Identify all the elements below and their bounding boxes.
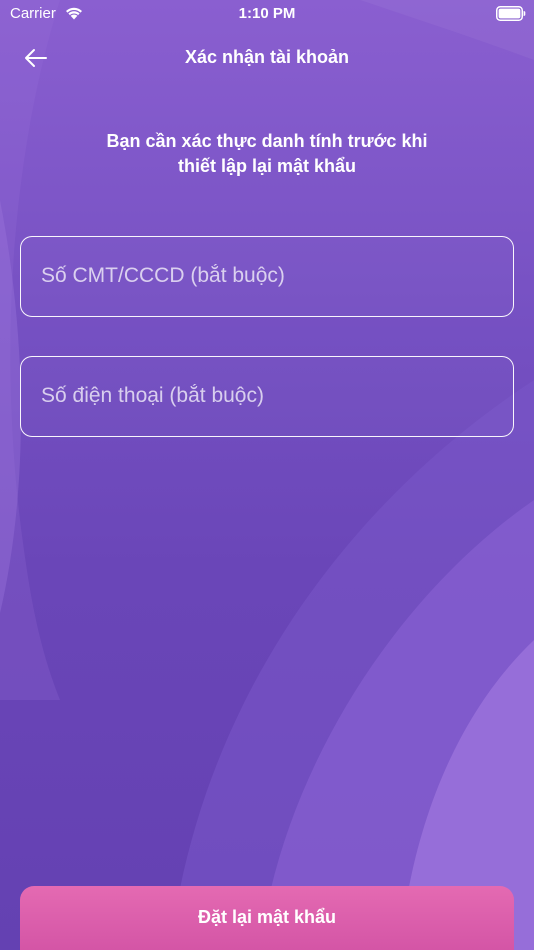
verification-description: Bạn cần xác thực danh tính trước khi thi… (70, 129, 464, 179)
description-line-2: thiết lập lại mật khẩu (177, 156, 357, 176)
phone-number-field[interactable] (20, 356, 514, 437)
phone-number-input[interactable] (41, 357, 491, 435)
id-number-input[interactable] (41, 237, 491, 315)
reset-password-button[interactable]: Đặt lại mật khẩu (20, 886, 514, 950)
id-number-field[interactable] (20, 236, 514, 317)
status-time: 1:10 PM (238, 5, 296, 22)
description-line-1: Bạn cần xác thực danh tính trước khi (106, 131, 428, 151)
navigation-bar: Xác nhận tài khoản (0, 40, 534, 76)
page-title: Xác nhận tài khoản (184, 47, 350, 67)
reset-password-verification-screen: Carrier 1:10 PM Xác nhận tài khoản Bạn c… (0, 0, 534, 950)
battery-full-icon (496, 6, 526, 21)
status-bar: Carrier 1:10 PM (0, 0, 534, 28)
